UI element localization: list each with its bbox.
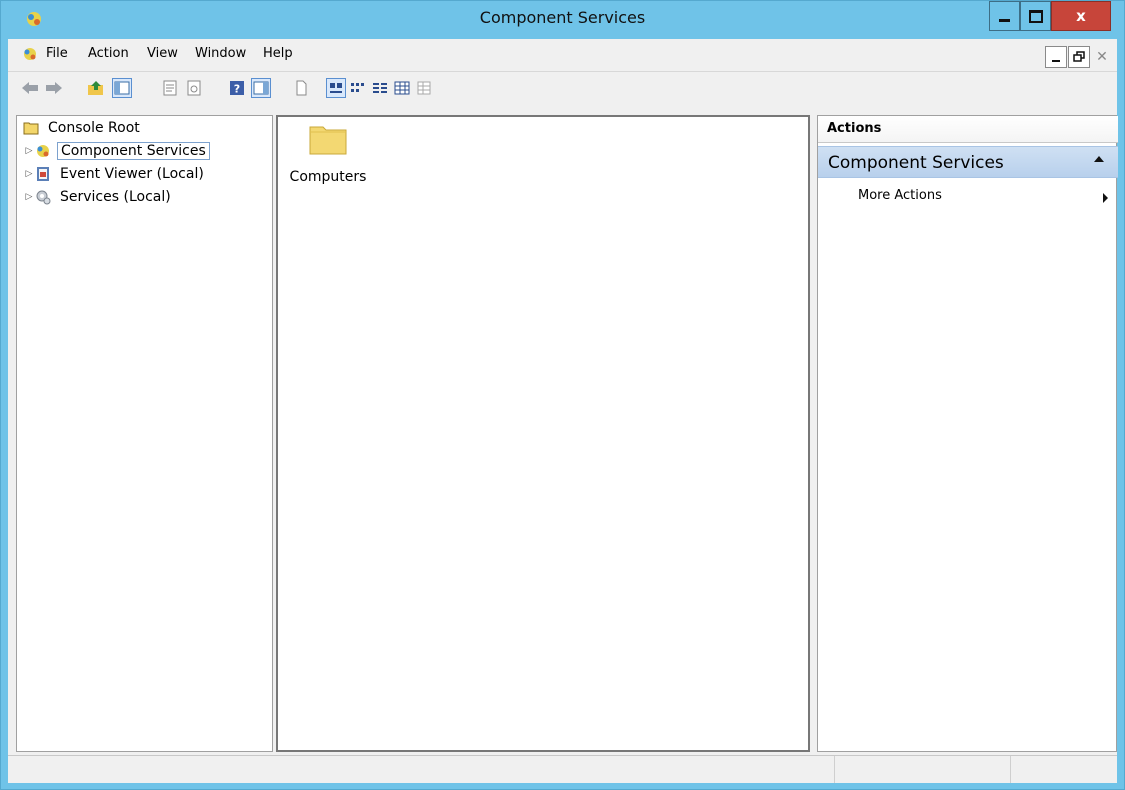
event-viewer-icon bbox=[37, 167, 49, 181]
menu-help[interactable]: Help bbox=[263, 46, 293, 61]
computers-label: Computers bbox=[289, 169, 367, 185]
export-list-button[interactable] bbox=[291, 78, 311, 98]
close-icon: ✕ bbox=[1096, 49, 1108, 65]
up-one-level-button[interactable] bbox=[86, 78, 106, 98]
detail-view-button[interactable] bbox=[392, 78, 412, 98]
actions-group-component-services[interactable]: Component Services bbox=[818, 146, 1118, 178]
mdi-controls: ✕ bbox=[1044, 46, 1113, 68]
component-services-icon bbox=[37, 145, 49, 157]
forward-button[interactable] bbox=[44, 78, 64, 98]
list-view-icon bbox=[373, 83, 387, 93]
tree-item-event-viewer[interactable]: ▷ Event Viewer (Local) bbox=[23, 164, 207, 184]
maximize-button[interactable] bbox=[1020, 1, 1051, 31]
large-icons-icon bbox=[330, 83, 342, 93]
other-view-icon bbox=[417, 81, 431, 95]
forward-icon bbox=[46, 82, 62, 94]
small-icons-icon bbox=[351, 83, 364, 92]
collapse-arrow-icon[interactable] bbox=[1094, 156, 1104, 162]
small-icons-button[interactable] bbox=[348, 78, 368, 98]
submenu-arrow-icon[interactable] bbox=[1103, 193, 1108, 203]
folder-icon bbox=[309, 126, 347, 155]
actions-group-title: Component Services bbox=[828, 153, 1004, 173]
console-tree: Console Root ▷ Component Services ▷ Even… bbox=[16, 115, 273, 752]
tree-item-services[interactable]: ▷ Services (Local) bbox=[23, 187, 174, 207]
show-hide-action-pane-button[interactable] bbox=[251, 78, 271, 98]
actions-header: Actions bbox=[818, 116, 1118, 143]
status-segment bbox=[1010, 756, 1011, 783]
close-icon: x bbox=[1076, 7, 1086, 25]
menu-view[interactable]: View bbox=[147, 46, 178, 61]
back-icon bbox=[22, 82, 38, 94]
minimize-icon bbox=[1052, 60, 1060, 62]
close-button[interactable]: x bbox=[1051, 1, 1111, 31]
main-window: Component Services x File Action View Wi… bbox=[0, 0, 1125, 790]
properties-icon bbox=[163, 80, 177, 96]
help-icon: ? bbox=[230, 81, 244, 96]
large-icons-button[interactable] bbox=[326, 78, 346, 98]
help-button[interactable]: ? bbox=[227, 78, 247, 98]
minimize-button[interactable] bbox=[989, 1, 1020, 31]
tree-root[interactable]: Console Root bbox=[23, 118, 143, 138]
status-bar bbox=[8, 755, 1117, 783]
more-actions-item[interactable]: More Actions bbox=[858, 188, 942, 203]
tree-item-component-services[interactable]: ▷ Component Services bbox=[23, 141, 210, 161]
status-segment bbox=[834, 756, 835, 783]
back-button[interactable] bbox=[20, 78, 40, 98]
tree-item-label: Services (Local) bbox=[60, 189, 171, 205]
tree-item-label: Event Viewer (Local) bbox=[60, 166, 204, 182]
minimize-icon bbox=[999, 19, 1010, 22]
title-bar[interactable]: Component Services x bbox=[1, 1, 1124, 39]
show-hide-console-tree-button[interactable] bbox=[112, 78, 132, 98]
toolbar: ? bbox=[8, 71, 1117, 106]
system-menu-icon[interactable] bbox=[22, 46, 38, 62]
result-pane: Computers bbox=[276, 115, 810, 752]
tree-item-label: Component Services bbox=[57, 142, 210, 160]
menu-bar: File Action View Window Help ✕ bbox=[8, 39, 1117, 71]
mdi-restore-button[interactable] bbox=[1068, 46, 1090, 68]
expand-arrow-icon[interactable]: ▷ bbox=[23, 169, 35, 179]
menu-window[interactable]: Window bbox=[195, 46, 246, 61]
detail-view-icon bbox=[394, 81, 410, 95]
restore-icon bbox=[1073, 51, 1085, 62]
menu-file[interactable]: File bbox=[46, 46, 68, 61]
properties-button[interactable] bbox=[160, 78, 180, 98]
services-gear-icon bbox=[36, 190, 51, 205]
menu-action[interactable]: Action bbox=[88, 46, 129, 61]
list-view-button[interactable] bbox=[370, 78, 390, 98]
expand-arrow-icon[interactable]: ▷ bbox=[23, 192, 35, 202]
actions-pane: Actions Component Services More Actions bbox=[817, 115, 1118, 752]
refresh-button[interactable] bbox=[184, 78, 204, 98]
window-title: Component Services bbox=[479, 8, 646, 27]
other-view-button[interactable] bbox=[414, 78, 434, 98]
client-area: File Action View Window Help ✕ ? Console… bbox=[8, 39, 1118, 783]
mdi-minimize-button[interactable] bbox=[1045, 46, 1067, 68]
refresh-icon bbox=[187, 80, 201, 96]
tree-root-label: Console Root bbox=[48, 120, 140, 136]
expand-arrow-icon[interactable]: ▷ bbox=[23, 146, 35, 156]
computers-item[interactable]: Computers bbox=[288, 123, 368, 185]
show-hide-console-tree-icon bbox=[114, 81, 130, 95]
export-list-icon bbox=[296, 80, 307, 96]
maximize-icon bbox=[1028, 9, 1043, 23]
mdi-close-button[interactable]: ✕ bbox=[1091, 46, 1113, 68]
folder-icon bbox=[23, 122, 39, 135]
up-folder-icon bbox=[88, 81, 103, 95]
show-hide-action-pane-icon bbox=[253, 81, 269, 95]
svg-text:?: ? bbox=[234, 83, 240, 96]
